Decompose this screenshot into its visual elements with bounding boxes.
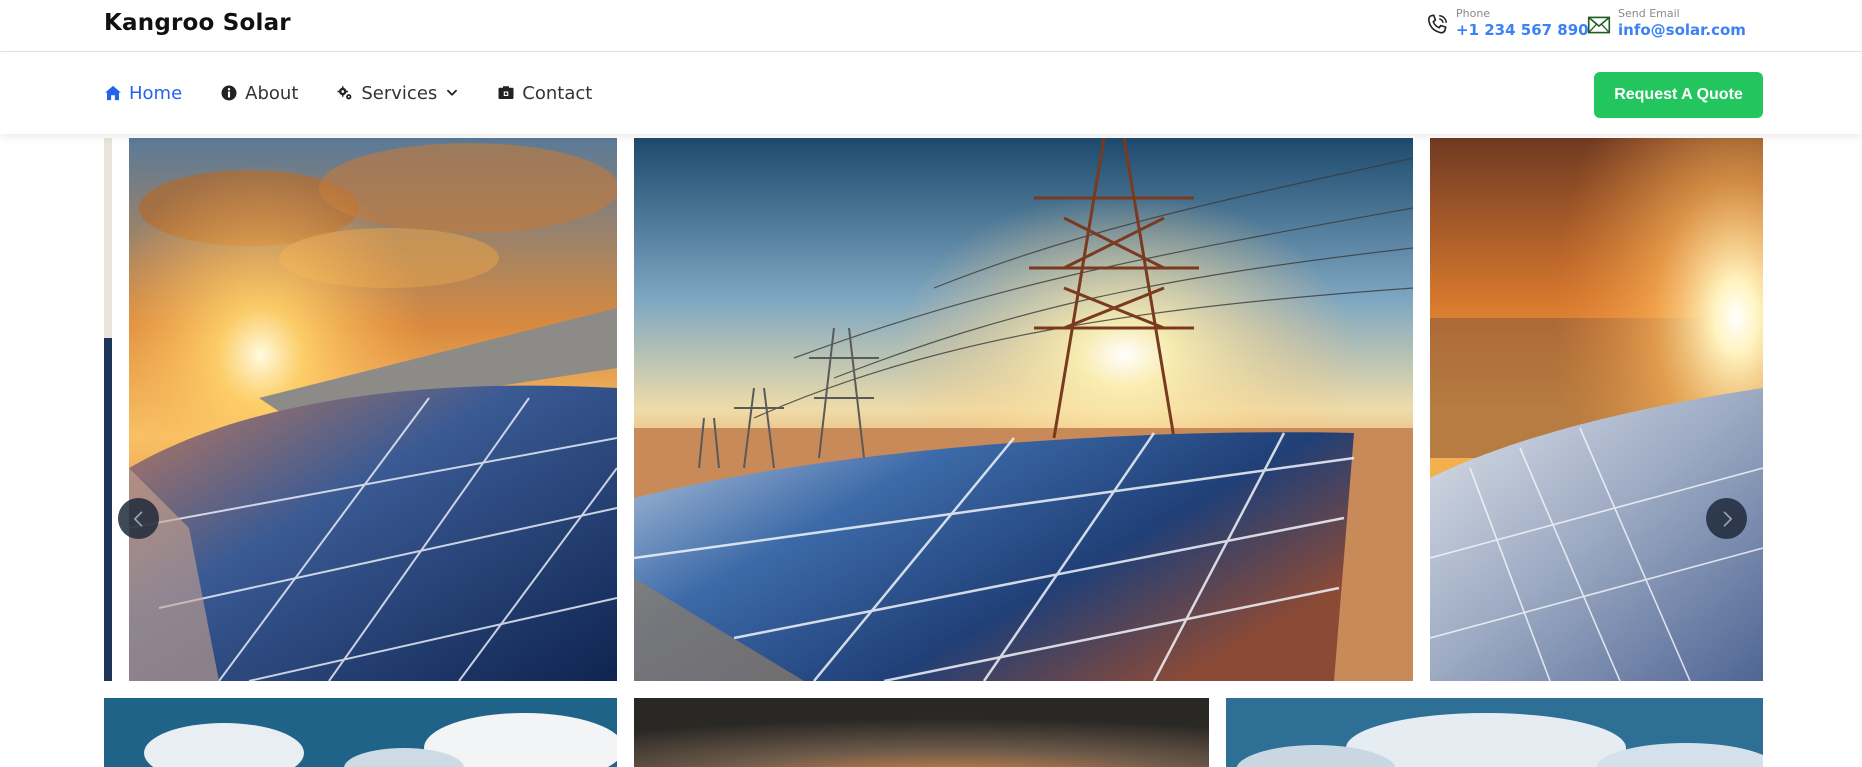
nav-item-about[interactable]: About xyxy=(220,83,298,104)
solar-panels-sky-image[interactable] xyxy=(104,698,617,767)
email-contact[interactable]: Send Email info@solar.com xyxy=(1586,7,1746,40)
gears-icon xyxy=(337,86,352,100)
email-address[interactable]: info@solar.com xyxy=(1618,20,1746,40)
nav-item-contact[interactable]: Contact xyxy=(497,83,592,104)
nav-item-label: Home xyxy=(129,82,183,104)
gallery-image-sliver xyxy=(104,138,112,681)
nav-item-services[interactable]: Services xyxy=(336,83,459,104)
request-quote-button[interactable]: Request A Quote xyxy=(1594,72,1763,118)
nav-menu: Home About Services Contact xyxy=(104,52,630,134)
brand-logo[interactable]: Kangroo Solar xyxy=(104,10,291,36)
phone-label: Phone xyxy=(1456,7,1491,20)
chevron-left-icon xyxy=(133,511,142,526)
email-label: Send Email xyxy=(1618,7,1680,20)
envelope-icon xyxy=(1587,16,1611,34)
solar-panels-sunburst-image[interactable] xyxy=(1430,138,1763,681)
top-bar: Kangroo Solar Phone +1 234 567 890 Send … xyxy=(0,0,1862,52)
phone-contact[interactable]: Phone +1 234 567 890 xyxy=(1424,7,1589,40)
nav-item-label: Services xyxy=(361,82,438,104)
nav-item-label: Contact xyxy=(522,82,593,104)
power-tower-solar-image[interactable] xyxy=(634,138,1413,681)
solar-panels-sunset-image[interactable] xyxy=(129,138,617,681)
solar-clouds-image[interactable] xyxy=(1226,698,1763,767)
carousel-prev-button[interactable] xyxy=(118,498,159,539)
phone-number[interactable]: +1 234 567 890 xyxy=(1456,20,1589,40)
home-icon xyxy=(105,85,121,101)
nav-item-label: About xyxy=(245,82,299,104)
phone-icon xyxy=(1427,14,1447,34)
chevron-down-icon xyxy=(447,89,458,96)
info-icon xyxy=(221,85,237,101)
chevron-right-icon xyxy=(1723,511,1732,526)
nav-item-home[interactable]: Home xyxy=(104,83,182,104)
image-gallery xyxy=(0,134,1862,767)
contact-card-icon xyxy=(498,86,514,99)
carousel-next-button[interactable] xyxy=(1706,498,1747,539)
main-navbar: Home About Services Contact Request A Qu… xyxy=(0,52,1862,134)
solar-dusk-image[interactable] xyxy=(634,698,1209,767)
